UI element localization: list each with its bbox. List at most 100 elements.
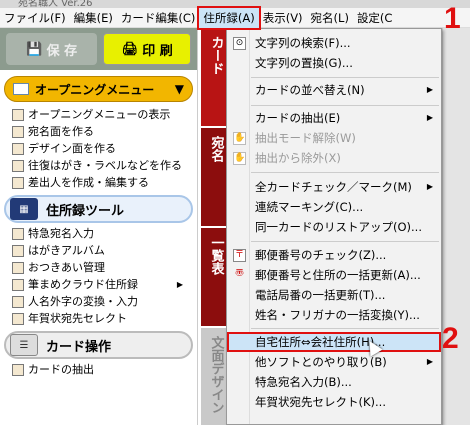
list-item-label: 人名外字の変換・入力: [28, 295, 138, 308]
address-book-icon: ▦: [10, 198, 38, 220]
newyear-card-icon: [12, 312, 24, 325]
menu-item-label: 文字列の検索(F)...: [255, 36, 351, 50]
menu-separator: [251, 105, 439, 106]
menu-item-duplicate-list[interactable]: 同一カードのリストアップ(O)...: [227, 217, 441, 237]
address-tools-header[interactable]: ▦ 住所録ツール: [4, 195, 193, 223]
card-ops-header[interactable]: ☰ カード操作: [4, 331, 193, 359]
menu-item-label: 全カードチェック／マーク(M): [255, 180, 412, 194]
menu-settings[interactable]: 設定(C: [353, 8, 397, 28]
menu-item-replace[interactable]: 文字列の置換(G)...: [227, 53, 441, 73]
submenu-arrow-icon: ▶: [426, 182, 433, 191]
menu-addressee[interactable]: 宛名(L): [307, 8, 353, 28]
menu-item-extract-off: ✋ 抽出モード解除(W): [227, 128, 441, 148]
opening-menu-label: オープニングメニュー: [35, 82, 155, 97]
people-icon: [12, 261, 24, 274]
menu-separator: [251, 77, 439, 78]
opening-list: オープニングメニューの表示 宛名面を作る デザイン面を作る 往復はがき・ラベルな…: [0, 106, 197, 191]
window-icon: [13, 83, 29, 95]
menu-card-edit[interactable]: カード編集(C): [117, 8, 200, 28]
list-item-label: オープニングメニューの表示: [28, 108, 171, 121]
list-item-label: はがきアルバム: [28, 244, 105, 257]
menu-file[interactable]: ファイル(F): [0, 8, 70, 28]
list-item-label: 差出人を作成・編集する: [28, 176, 149, 189]
print-button[interactable]: 🖨 印 刷: [103, 33, 191, 65]
background-pane: [442, 28, 470, 425]
menu-item-label: 電話局番の一括更新(T)...: [255, 288, 386, 302]
menu-item-sort[interactable]: カードの並べ替え(N) ▶: [227, 80, 441, 100]
menu-item-label: 他ソフトとのやり取り(B): [255, 355, 387, 369]
submenu-arrow-icon: ▶: [176, 280, 183, 289]
album-icon: [12, 244, 24, 257]
menu-item-newyear-select[interactable]: 年賀状宛先セレクト(K)...: [227, 392, 441, 412]
menu-item-extract[interactable]: カードの抽出(E) ▶: [227, 108, 441, 128]
list-item-label: 往復はがき・ラベルなどを作る: [28, 159, 182, 172]
list-item-label: 特急宛名入力: [28, 227, 94, 240]
menu-item-label: 文字列の置換(G)...: [255, 56, 353, 70]
binoculars-icon: ⊙: [233, 37, 246, 50]
list-item-label: カードの抽出: [28, 363, 94, 376]
triangle-down-icon: ▼: [174, 82, 184, 96]
list-item[interactable]: 人名外字の変換・入力: [0, 293, 197, 310]
menu-item-continuous-mark[interactable]: 連続マーキング(C)...: [227, 197, 441, 217]
opening-menu-header[interactable]: オープニングメニュー ▼: [4, 76, 193, 102]
list-item-label: 筆まめクラウド住所録: [28, 278, 138, 291]
menu-item-express-input[interactable]: 特急宛名入力(B)...: [227, 372, 441, 392]
list-item[interactable]: 筆まめクラウド住所録 ▶: [0, 276, 197, 293]
menu-item-search[interactable]: ⊙ 文字列の検索(F)...: [227, 33, 441, 53]
card-ops-list: カードの抽出: [0, 361, 197, 378]
submenu-arrow-icon: ▶: [426, 85, 433, 94]
list-item[interactable]: 差出人を作成・編集する: [0, 174, 197, 191]
menu-address-book[interactable]: 住所録(A): [197, 5, 261, 30]
address-tools-label: 住所録ツール: [46, 203, 125, 219]
submenu-arrow-icon: ▶: [426, 113, 433, 122]
cloud-icon: [12, 278, 24, 291]
menu-item-label: 姓名・フリガナの一括変換(Y)...: [255, 308, 420, 322]
address-tools-list: 特急宛名入力 はがきアルバム おつきあい管理 筆まめクラウド住所録 ▶ 人名外字の…: [0, 225, 197, 327]
menu-item-home-work-swap[interactable]: 自宅住所⇔会社住所(H)...: [227, 332, 441, 352]
list-item[interactable]: デザイン面を作る: [0, 140, 197, 157]
list-item[interactable]: 宛名面を作る: [0, 123, 197, 140]
sidebar: 💾 保 存 🖨 印 刷 オープニングメニュー ▼ オープニングメニューの表示 宛名面…: [0, 28, 198, 425]
menu-item-label: 特急宛名入力(B)...: [255, 375, 352, 389]
card-icon: [12, 125, 24, 138]
list-item[interactable]: カードの抽出: [0, 361, 197, 378]
menu-separator: [251, 172, 439, 173]
menu-item-postal-check[interactable]: 〒郵便番号のチェック(Z)...: [227, 245, 441, 265]
menu-item-other-software[interactable]: 他ソフトとのやり取り(B) ▶: [227, 352, 441, 372]
design-icon: [12, 142, 24, 155]
menu-item-check-all[interactable]: 全カードチェック／マーク(M) ▶: [227, 177, 441, 197]
menu-item-label: 年賀状宛先セレクト(K)...: [255, 395, 386, 409]
submenu-arrow-icon: ▶: [426, 357, 433, 366]
save-button[interactable]: 💾 保 存: [6, 33, 98, 65]
menu-view[interactable]: 表示(V): [259, 8, 307, 28]
list-item[interactable]: はがきアルバム: [0, 242, 197, 259]
save-label: 保 存: [46, 43, 78, 59]
sidebar-toolbar: 💾 保 存 🖨 印 刷: [0, 28, 197, 70]
menu-icon: [12, 108, 24, 121]
list-item-label: 宛名面を作る: [28, 125, 94, 138]
postal-icon: 〒: [233, 249, 246, 262]
postcard-icon: [12, 159, 24, 172]
menu-separator: [251, 241, 439, 242]
list-item[interactable]: オープニングメニューの表示: [0, 106, 197, 123]
menu-item-postal-update[interactable]: 〠 郵便番号と住所の一括更新(A)...: [227, 265, 441, 285]
printer-icon: 🖨: [121, 41, 139, 57]
extract-icon: [12, 363, 24, 376]
menu-separator: [251, 328, 439, 329]
menu-item-label: カードの抽出(E): [255, 111, 341, 125]
menu-item-name-convert[interactable]: 姓名・フリガナの一括変換(Y)...: [227, 305, 441, 325]
postal-update-icon: 〠: [234, 269, 244, 279]
list-item-label: おつきあい管理: [28, 261, 105, 274]
list-item[interactable]: 特急宛名入力: [0, 225, 197, 242]
hand-icon: ✋: [233, 132, 246, 145]
menu-item-label: カードの並べ替え(N): [255, 83, 365, 97]
menu-edit[interactable]: 編集(E): [70, 8, 117, 28]
list-item[interactable]: 往復はがき・ラベルなどを作る: [0, 157, 197, 174]
express-icon: [12, 227, 24, 240]
list-item-label: 年賀状宛先セレクト: [28, 312, 127, 325]
list-item[interactable]: 年賀状宛先セレクト: [0, 310, 197, 327]
menu-item-label: 抽出から除外(X): [255, 151, 341, 165]
card-ops-label: カード操作: [46, 339, 112, 355]
menu-item-phone-update[interactable]: 電話局番の一括更新(T)...: [227, 285, 441, 305]
list-item[interactable]: おつきあい管理: [0, 259, 197, 276]
